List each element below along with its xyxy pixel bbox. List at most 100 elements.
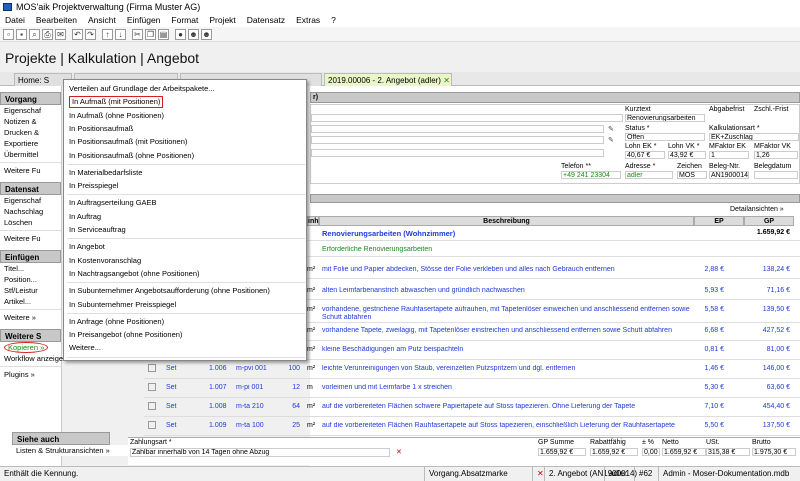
lohnvk-field[interactable]: 43,92 € bbox=[668, 151, 706, 159]
clear-icon[interactable]: ✕ bbox=[396, 448, 402, 456]
edit-icon[interactable]: ✎ bbox=[608, 125, 614, 133]
cut-icon[interactable]: ✂ bbox=[132, 29, 143, 40]
adresse-field[interactable]: adler bbox=[625, 171, 673, 179]
menu-projekt[interactable]: Projekt bbox=[209, 14, 235, 27]
sidebar-head-datensatz[interactable]: Datensat bbox=[0, 182, 61, 195]
table-row[interactable]: Set 1.009 m-ta 100 25 m² auf die vorbere… bbox=[144, 417, 800, 436]
save-icon[interactable]: ▪ bbox=[16, 29, 27, 40]
menu-item-angebot[interactable]: In Angebot bbox=[69, 241, 105, 253]
sidebar-head-siehe[interactable]: Siehe auch bbox=[12, 432, 110, 445]
table-row[interactable]: Set 1.007 m-pi 001 12 m vorleimen und mi… bbox=[144, 379, 800, 398]
sidebar-item[interactable]: Eigenschaf bbox=[0, 195, 61, 206]
col-ep[interactable]: EP bbox=[694, 216, 744, 226]
kalk-field[interactable]: EK+Zuschlag bbox=[709, 133, 799, 141]
expand-icon[interactable] bbox=[148, 421, 156, 429]
text-field-3[interactable] bbox=[311, 136, 604, 144]
menu-item-aufmass-ohne[interactable]: In Aufmaß (ohne Positionen) bbox=[69, 110, 164, 122]
menu-item-anfrage[interactable]: In Anfrage (ohne Positionen) bbox=[69, 316, 164, 328]
menu-item-auftragserteilung[interactable]: In Auftragserteilung GAEB bbox=[69, 197, 157, 209]
col-beschreibung[interactable]: Beschreibung bbox=[319, 216, 694, 226]
angebot-field[interactable] bbox=[311, 114, 623, 122]
beleg-field[interactable]: AN1900014 bbox=[709, 171, 749, 179]
copy-icon[interactable]: ❐ bbox=[145, 29, 156, 40]
sidebar-head-weitere[interactable]: Weitere S bbox=[0, 329, 61, 342]
sidebar-item[interactable]: Exportiere bbox=[0, 138, 61, 149]
up-icon[interactable]: ↑ bbox=[102, 29, 113, 40]
menu-format[interactable]: Format bbox=[171, 14, 198, 27]
menu-item-positionsaufmass-mit[interactable]: In Positionsaufmaß (mit Positionen) bbox=[69, 136, 187, 148]
mail-icon[interactable]: ✉ bbox=[55, 29, 66, 40]
down-icon[interactable]: ↓ bbox=[115, 29, 126, 40]
menu-item-positionsaufmass[interactable]: In Positionsaufmaß bbox=[69, 123, 133, 135]
menu-ansicht[interactable]: Ansicht bbox=[88, 14, 116, 27]
menu-item-sub-angebotsaufforderung[interactable]: In Subunternehmer Angebotsaufforderung (… bbox=[69, 285, 270, 297]
menu-item-kostenvoranschlag[interactable]: In Kostenvoranschlag bbox=[69, 255, 141, 267]
menu-extras[interactable]: Extras bbox=[296, 14, 320, 27]
pct-field[interactable]: 0,00 € bbox=[642, 448, 660, 456]
sidebar-head-vorgang[interactable]: Vorgang bbox=[0, 92, 61, 105]
menu-item-verteilen[interactable]: Verteilen auf Grundlage der Arbeitspaket… bbox=[69, 83, 215, 95]
undo-icon[interactable]: ↶ bbox=[72, 29, 83, 40]
sidebar-item[interactable]: Stf/Leistur bbox=[0, 285, 61, 296]
text-field-4[interactable] bbox=[311, 149, 604, 157]
expand-icon[interactable] bbox=[148, 402, 156, 410]
kurztext-field[interactable]: Renovierungsarbeiten bbox=[625, 114, 705, 122]
menu-item-sub-preisspiegel[interactable]: In Subunternehmer Preisspiegel bbox=[69, 299, 176, 311]
close-icon[interactable]: ✕ bbox=[443, 76, 450, 85]
plugins-link[interactable]: Plugins » bbox=[0, 369, 61, 380]
sidebar-item[interactable]: Drucken & bbox=[0, 127, 61, 138]
table-row[interactable]: Set 1.006 m-pvi 001 100 m² leichte Verun… bbox=[144, 360, 800, 379]
print-icon[interactable]: ⎙ bbox=[42, 29, 53, 40]
mfvk-field[interactable]: 1,26 bbox=[754, 151, 798, 159]
menu-einfuegen[interactable]: Einfügen bbox=[127, 14, 161, 27]
menu-item-auftrag[interactable]: In Auftrag bbox=[69, 211, 101, 223]
lohnek-field[interactable]: 40,67 € bbox=[625, 151, 665, 159]
sidebar-item[interactable]: Löschen bbox=[0, 217, 61, 228]
menu-item-preisangebot[interactable]: In Preisangebot (ohne Positionen) bbox=[69, 329, 182, 341]
paste-icon[interactable]: ▤ bbox=[158, 29, 169, 40]
menu-bearbeiten[interactable]: Bearbeiten bbox=[36, 14, 77, 27]
new-icon[interactable]: ▫ bbox=[3, 29, 14, 40]
col-gp[interactable]: GP bbox=[744, 216, 794, 226]
sidebar-item[interactable]: Eigenschaf bbox=[0, 105, 61, 116]
belegdatum-field[interactable] bbox=[754, 171, 798, 179]
mfek-field[interactable]: 1 bbox=[709, 151, 749, 159]
zahlungsart-field[interactable]: Zahlbar innerhalb von 14 Tagen ohne Abzu… bbox=[130, 448, 390, 457]
menu-item-aufmass-mit[interactable]: In Aufmaß (mit Positionen) bbox=[69, 96, 164, 109]
menu-item-preisspiegel[interactable]: In Preisspiegel bbox=[69, 180, 118, 192]
menu-item-weitere[interactable]: Weitere... bbox=[69, 342, 101, 354]
menu-item-serviceauftrag[interactable]: In Serviceauftrag bbox=[69, 224, 126, 236]
sidebar-item[interactable]: Weitere Fu bbox=[0, 165, 61, 176]
sidebar-item[interactable]: Übermittel bbox=[0, 149, 61, 160]
sidebar-head-einfuegen[interactable]: Einfügen bbox=[0, 250, 61, 263]
sidebar-item[interactable]: Artikel... bbox=[0, 296, 61, 307]
sidebar-item[interactable]: Notizen & bbox=[0, 116, 61, 127]
sidebar-item[interactable]: Weitere Fu bbox=[0, 233, 61, 244]
sidebar-item[interactable]: Titel... bbox=[0, 263, 61, 274]
col-einh[interactable]: inh bbox=[307, 216, 319, 226]
sidebar-item[interactable]: Weitere » bbox=[0, 312, 61, 323]
menu-item-nachtragsangebot[interactable]: In Nachtragsangebot (ohne Positionen) bbox=[69, 268, 200, 280]
person-red-icon[interactable]: ☻ bbox=[188, 29, 199, 40]
kopieren-link[interactable]: Kopieren » bbox=[4, 342, 49, 353]
menu-item-positionsaufmass-ohne[interactable]: In Positionsaufmaß (ohne Positionen) bbox=[69, 150, 194, 162]
redo-icon[interactable]: ↷ bbox=[85, 29, 96, 40]
table-row[interactable]: Set 1.008 m-ta 210 64 m² auf die vorbere… bbox=[144, 398, 800, 417]
person-blue-icon[interactable]: ☻ bbox=[201, 29, 212, 40]
menu-item-materialbedarf[interactable]: In Materialbedarfsliste bbox=[69, 167, 142, 179]
menu-datensatz[interactable]: Datensatz bbox=[247, 14, 285, 27]
telefon-field[interactable]: +49 241 23304 bbox=[561, 171, 621, 179]
edit-icon-2[interactable]: ✎ bbox=[608, 136, 614, 144]
zeichen-field[interactable]: MOS bbox=[677, 171, 707, 179]
menu-datei[interactable]: Datei bbox=[5, 14, 25, 27]
menu-help[interactable]: ? bbox=[331, 14, 336, 27]
expand-icon[interactable] bbox=[148, 364, 156, 372]
detail-link[interactable]: Detailansichten » bbox=[730, 206, 784, 213]
tab-angebot[interactable]: 2019.00006 - 2. Angebot (adler) ✕ bbox=[324, 73, 452, 86]
text-field-2[interactable] bbox=[311, 125, 604, 133]
expand-icon[interactable] bbox=[148, 383, 156, 391]
sidebar-item[interactable]: Nachschlag bbox=[0, 206, 61, 217]
sidebar-item[interactable]: Position... bbox=[0, 274, 61, 285]
status-field[interactable]: Offen bbox=[625, 133, 705, 141]
preview-icon[interactable]: ⌕ bbox=[29, 29, 40, 40]
